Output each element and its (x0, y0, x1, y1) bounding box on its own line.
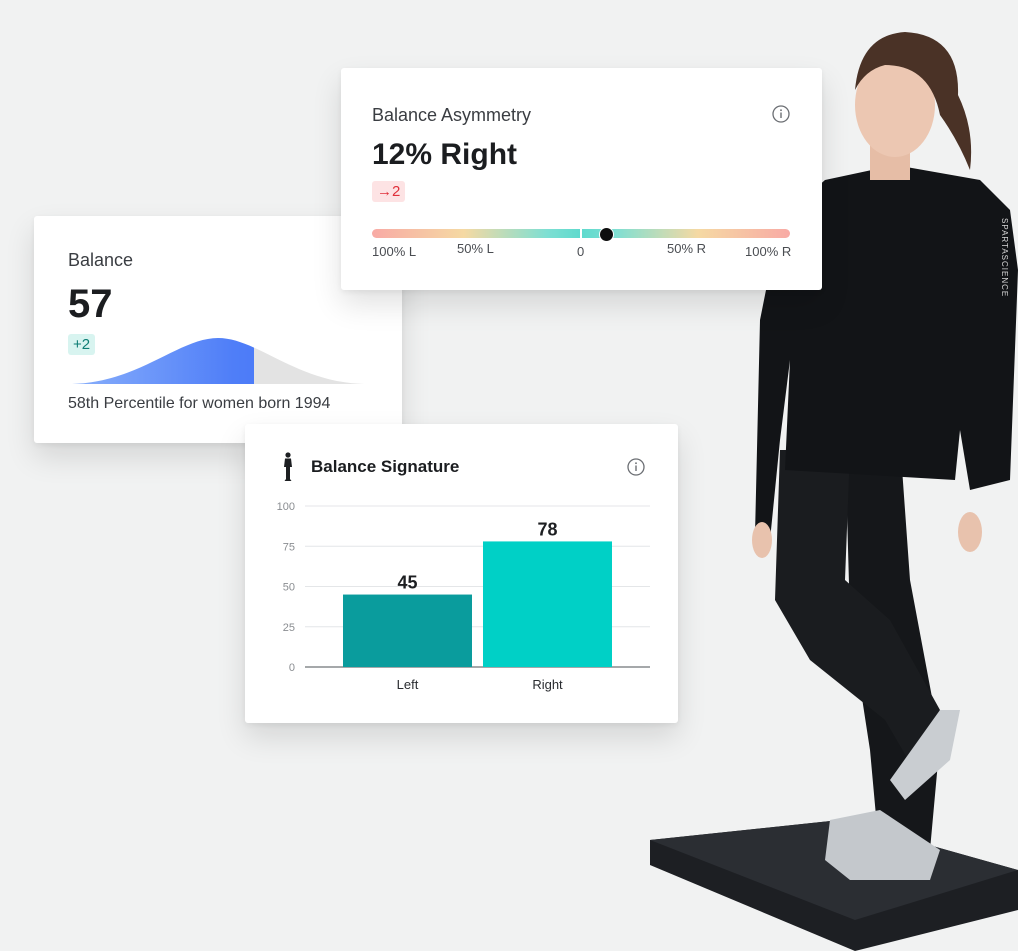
asymmetry-marker (599, 227, 615, 242)
balance-signature-chart: 0 25 50 75 100 45 Left 78 Right (277, 501, 650, 692)
y-tick-label: 0 (289, 662, 295, 674)
y-tick-label: 75 (283, 541, 295, 553)
percentile-caption: 58th Percentile for women born 1994 (68, 395, 331, 412)
balance-signature-card: Balance Signature 0 25 50 75 100 45 Left 78 Righ… (245, 424, 678, 723)
asymmetry-center-tick (580, 226, 582, 240)
asymmetry-card: Balance Asymmetry 12% Right →2 100% L 50… (341, 68, 822, 290)
scale-label-100-left: 100% L (372, 244, 417, 259)
balance-score: 57 (68, 282, 113, 326)
scale-label-100-right: 100% R (745, 244, 792, 259)
shirt-text: SPARTASCIENCE (1000, 218, 1009, 297)
scale-label-50-right: 50% R (667, 241, 707, 256)
percentile-curve (68, 338, 368, 384)
y-tick-label: 100 (277, 501, 295, 513)
bar-value-label: 78 (537, 519, 557, 539)
bar-left (343, 594, 472, 667)
y-tick-label: 50 (283, 582, 295, 594)
bar-right (483, 541, 612, 667)
x-category-label: Right (532, 677, 563, 692)
asymmetry-title: Balance Asymmetry (372, 105, 532, 125)
bar-value-label: 45 (397, 573, 417, 593)
info-icon[interactable] (772, 105, 790, 123)
y-tick-label: 25 (283, 622, 295, 634)
curve-percentile-area (68, 338, 254, 384)
x-category-label: Left (397, 677, 419, 692)
asymmetry-change-badge: →2 (372, 181, 406, 202)
scale-label-50-left: 50% L (457, 241, 494, 256)
asymmetry-value: 12% Right (372, 138, 518, 171)
scale-label-zero: 0 (577, 244, 585, 259)
balance-title: Balance (68, 250, 134, 270)
